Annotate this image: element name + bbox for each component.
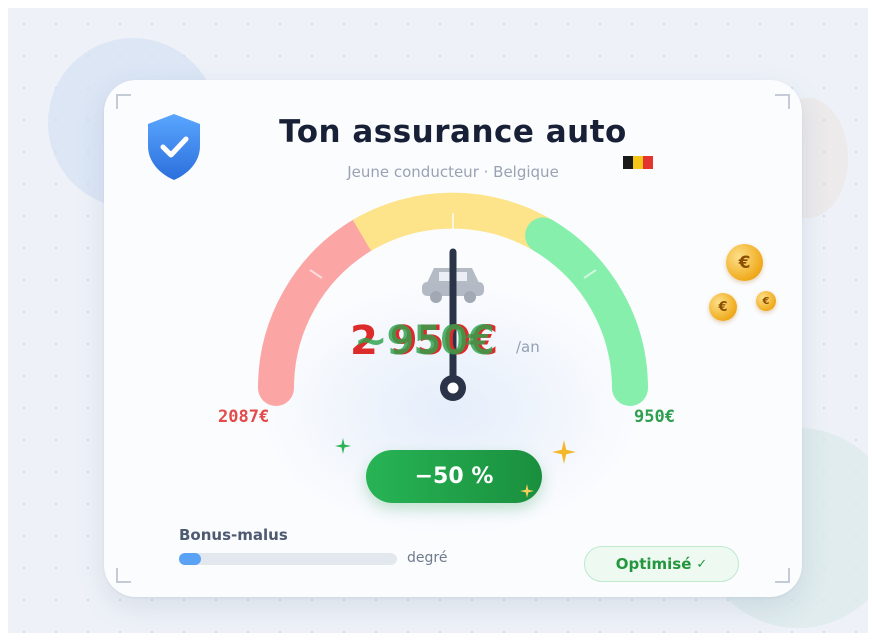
coin-icon: € bbox=[756, 291, 776, 311]
price-unit: /an bbox=[516, 338, 540, 356]
price-max-label: 2087€ bbox=[218, 407, 270, 427]
bonus-malus-fill bbox=[179, 553, 201, 565]
gauge-segment-high bbox=[257, 217, 380, 406]
coin-icon: € bbox=[726, 244, 763, 281]
sparkle-icon bbox=[552, 440, 576, 464]
status-badge[interactable]: Optimisé ✓ bbox=[584, 546, 739, 582]
background: Ton assurance auto Jeune conducteur · Be… bbox=[8, 8, 868, 633]
status-label: Optimisé bbox=[615, 555, 692, 573]
coin-icon: € bbox=[709, 293, 737, 321]
gauge-segment-low bbox=[525, 217, 648, 406]
bonus-malus-label: Bonus-malus bbox=[179, 526, 288, 544]
sparkle-icon bbox=[335, 438, 351, 454]
check-icon: ✓ bbox=[696, 556, 708, 572]
price-min-label: 950€ bbox=[634, 407, 675, 427]
sparkle-icon bbox=[520, 484, 534, 498]
discount-badge: −50 % bbox=[366, 450, 542, 503]
price-after: ~950€ bbox=[354, 318, 495, 364]
bonus-malus-bar bbox=[179, 553, 397, 565]
insurance-card: Ton assurance auto Jeune conducteur · Be… bbox=[104, 80, 802, 597]
bonus-malus-unit: degré bbox=[407, 550, 448, 566]
price-readout: 2 950€ ~950€ /an bbox=[350, 318, 550, 378]
